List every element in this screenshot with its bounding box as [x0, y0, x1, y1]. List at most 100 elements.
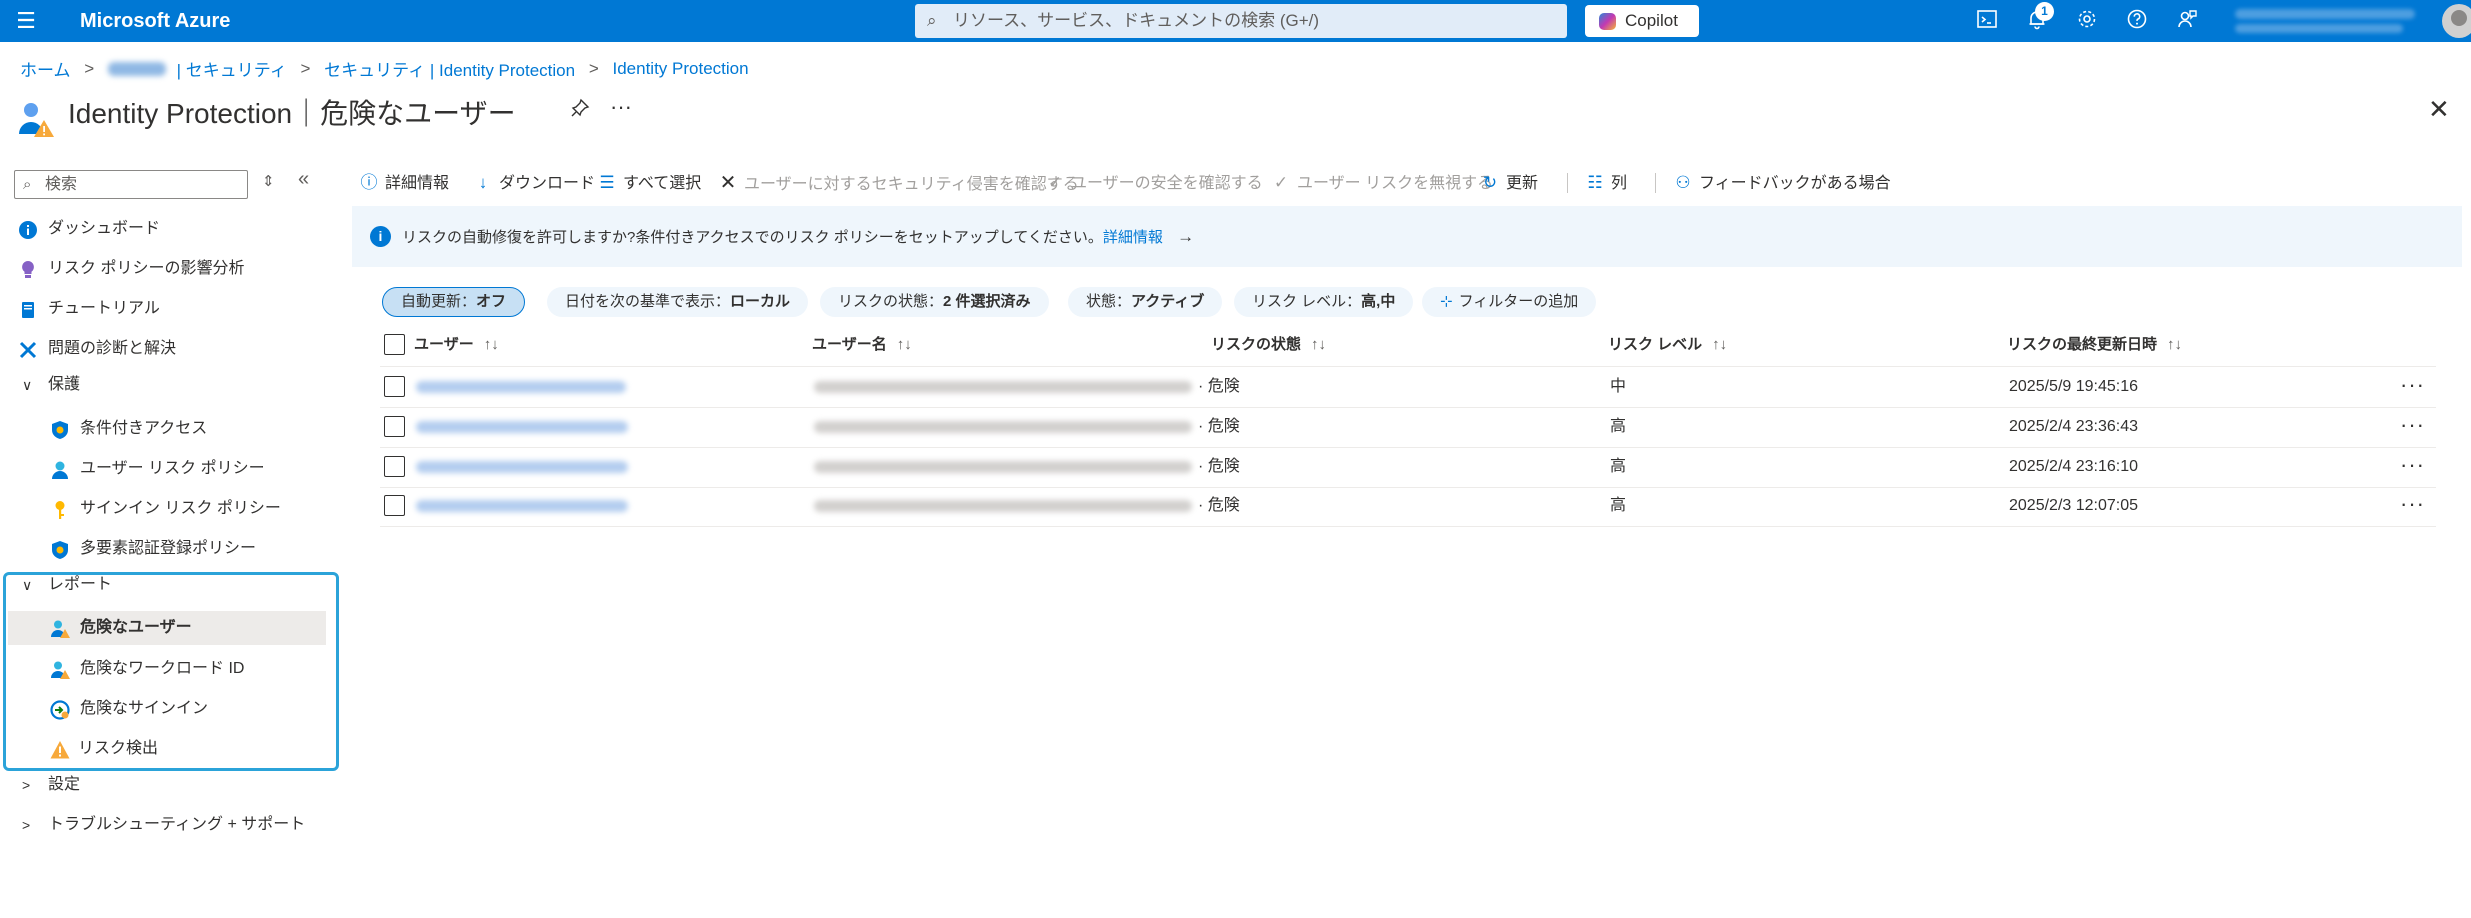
- filter-status[interactable]: 状態：アクティブ: [1068, 287, 1223, 317]
- x-icon: ✕: [719, 172, 737, 194]
- download-button[interactable]: ↓ ダウンロード: [473, 170, 595, 196]
- sidebar-group-label: 保護: [48, 376, 81, 393]
- list-check-icon: ☰: [599, 173, 615, 192]
- brand-title[interactable]: Microsoft Azure: [80, 0, 230, 42]
- select-all-checkbox[interactable]: [384, 334, 405, 355]
- breadcrumb-security-ip[interactable]: セキュリティ | Identity Protection: [324, 56, 575, 81]
- more-options-icon[interactable]: ···: [610, 94, 632, 120]
- breadcrumb: ホーム > | セキュリティ > セキュリティ | Identity Prote…: [20, 56, 749, 81]
- breadcrumb-tenant-redacted[interactable]: [107, 61, 166, 76]
- feedback-person-icon[interactable]: [2174, 8, 2200, 34]
- sidebar-item-diagnose[interactable]: 問題の診断と解決: [0, 332, 330, 366]
- sidebar-group-troubleshoot[interactable]: > トラブルシューティング + サポート: [0, 808, 330, 842]
- sidebar-item-risky-users[interactable]: 危険なユーザー: [8, 611, 326, 645]
- account-info[interactable]: [2235, 6, 2421, 36]
- sidebar-group-protection[interactable]: ∨ 保護: [0, 368, 330, 402]
- wrench-cross-icon: [18, 339, 38, 359]
- row-checkbox[interactable]: [384, 495, 405, 516]
- sidebar-item-risk-policy-impact[interactable]: リスク ポリシーの影響分析: [0, 252, 330, 286]
- copilot-label: Copilot: [1625, 11, 1678, 30]
- toolbar-divider: [1655, 173, 1656, 193]
- column-header-username[interactable]: ユーザー名 ↑↓: [812, 333, 912, 357]
- row-checkbox[interactable]: [384, 376, 405, 397]
- refresh-button[interactable]: ↻ 更新: [1480, 170, 1538, 196]
- column-header-label: リスクの最終更新日時: [2007, 336, 2158, 353]
- key-icon: [50, 499, 70, 519]
- add-filter-icon: ⊹: [1440, 293, 1453, 310]
- columns-button[interactable]: ☷ 列: [1585, 170, 1627, 196]
- sidebar-item-mfa-registration[interactable]: 多要素認証登録ポリシー: [0, 532, 330, 566]
- user-redacted[interactable]: [416, 381, 626, 393]
- user-redacted[interactable]: [416, 461, 628, 473]
- details-button[interactable]: ⓘ 詳細情報: [359, 170, 450, 196]
- warning-icon: [50, 739, 70, 759]
- global-search-input[interactable]: ⌕ リソース、サービス、ドキュメントの検索 (G+/): [915, 4, 1567, 38]
- close-icon[interactable]: ✕: [2428, 94, 2450, 125]
- last-updated-cell: 2025/2/3 12:07:05: [2009, 497, 2139, 514]
- user-redacted[interactable]: [416, 421, 628, 433]
- filter-label: 自動更新：: [401, 293, 477, 310]
- risk-state-value: 危険: [1207, 497, 1240, 514]
- avatar[interactable]: [2442, 4, 2471, 38]
- sidebar-item-label: リスク検出: [78, 740, 159, 757]
- row-more-icon[interactable]: ···: [2400, 452, 2425, 478]
- sidebar-group-settings[interactable]: > 設定: [0, 768, 330, 802]
- add-filter-button[interactable]: ⊹ フィルターの追加: [1422, 287, 1597, 317]
- info-banner-link[interactable]: 詳細情報: [1103, 229, 1163, 246]
- row-more-icon[interactable]: ···: [2400, 412, 2425, 438]
- breadcrumb-home[interactable]: ホーム: [20, 56, 71, 81]
- sort-icon: ↑↓: [2167, 336, 2183, 353]
- sidebar-item-user-risk-policy[interactable]: ユーザー リスク ポリシー: [0, 452, 330, 486]
- breadcrumb-tenant-security[interactable]: | セキュリティ: [177, 56, 287, 81]
- filter-value: アクティブ: [1131, 293, 1205, 310]
- filter-risk-state[interactable]: リスクの状態：2 件選択済み: [820, 287, 1049, 317]
- cloud-shell-icon[interactable]: [1974, 8, 2000, 34]
- select-all-label: すべて選択: [623, 175, 702, 192]
- sort-icon: ↑↓: [896, 336, 912, 353]
- dismiss-risk-button[interactable]: ✓ ユーザー リスクを無視する: [1271, 170, 1493, 196]
- feedback-button[interactable]: ⚇ フィードバックがある場合: [1673, 170, 1890, 196]
- sidebar-item-signin-risk-policy[interactable]: サインイン リスク ポリシー: [0, 492, 330, 526]
- breadcrumb-identity-protection[interactable]: Identity Protection: [613, 59, 749, 79]
- checkmark-icon: ✓: [1273, 173, 1289, 192]
- row-more-icon[interactable]: ···: [2400, 372, 2425, 398]
- select-all-button[interactable]: ☰ すべて選択: [597, 170, 701, 196]
- sidebar-item-conditional-access[interactable]: 条件付きアクセス: [0, 412, 330, 446]
- column-header-risk-level[interactable]: リスク レベル ↑↓: [1608, 333, 1727, 357]
- sidebar-group-reports[interactable]: ∨ レポート: [0, 568, 330, 602]
- sidebar-item-risky-signins[interactable]: 危険なサインイン: [0, 692, 330, 726]
- row-checkbox[interactable]: [384, 416, 405, 437]
- pin-icon[interactable]: [570, 98, 590, 124]
- confirm-compromised-button[interactable]: ✕ ユーザーに対するセキュリティ侵害を確認する: [718, 170, 1079, 196]
- hamburger-menu-icon[interactable]: ☰: [12, 9, 40, 33]
- sidebar-item-tutorial[interactable]: チュートリアル: [0, 292, 330, 326]
- confirm-safe-button[interactable]: ✓ ユーザーの安全を確認する: [1045, 170, 1263, 196]
- column-header-last-updated[interactable]: リスクの最終更新日時 ↑↓: [2007, 333, 2182, 357]
- shield-icon: [50, 539, 70, 559]
- filter-risk-level[interactable]: リスク レベル：高,中: [1234, 287, 1414, 317]
- sidebar-item-risky-workload[interactable]: 危険なワークロード ID: [0, 652, 330, 686]
- sidebar-item-label: サインイン リスク ポリシー: [80, 500, 281, 517]
- row-more-icon[interactable]: ···: [2400, 491, 2425, 517]
- row-checkbox[interactable]: [384, 456, 405, 477]
- sidebar-item-risk-detections[interactable]: リスク検出: [0, 732, 330, 766]
- expand-collapse-icon[interactable]: ⇕: [262, 172, 275, 190]
- confirm-safe-label: ユーザーの安全を確認する: [1071, 175, 1263, 192]
- filter-date-display[interactable]: 日付を次の基準で表示：ローカル: [547, 287, 809, 317]
- collapse-sidebar-icon[interactable]: «: [298, 168, 309, 191]
- copilot-button[interactable]: Copilot: [1585, 5, 1699, 37]
- user-redacted[interactable]: [416, 500, 628, 512]
- settings-gear-icon[interactable]: [2074, 8, 2100, 34]
- column-header-user[interactable]: ユーザー ↑↓: [414, 333, 499, 357]
- download-icon: ↓: [478, 173, 488, 192]
- sidebar-search-input[interactable]: ⌕ 検索: [14, 170, 248, 199]
- risky-user-icon: [50, 618, 70, 638]
- column-header-risk-state[interactable]: リスクの状態 ↑↓: [1211, 333, 1326, 357]
- column-header-label: ユーザー名: [812, 336, 887, 353]
- risk-level-cell: 中: [1610, 378, 1627, 395]
- risk-state-cell: · 危険: [1198, 497, 1240, 514]
- arrow-right-icon[interactable]: →: [1177, 227, 1194, 246]
- sidebar-item-dashboard[interactable]: ダッシュボード: [0, 212, 330, 246]
- filter-auto-refresh[interactable]: 自動更新：オフ: [382, 287, 526, 317]
- help-icon[interactable]: [2124, 8, 2150, 34]
